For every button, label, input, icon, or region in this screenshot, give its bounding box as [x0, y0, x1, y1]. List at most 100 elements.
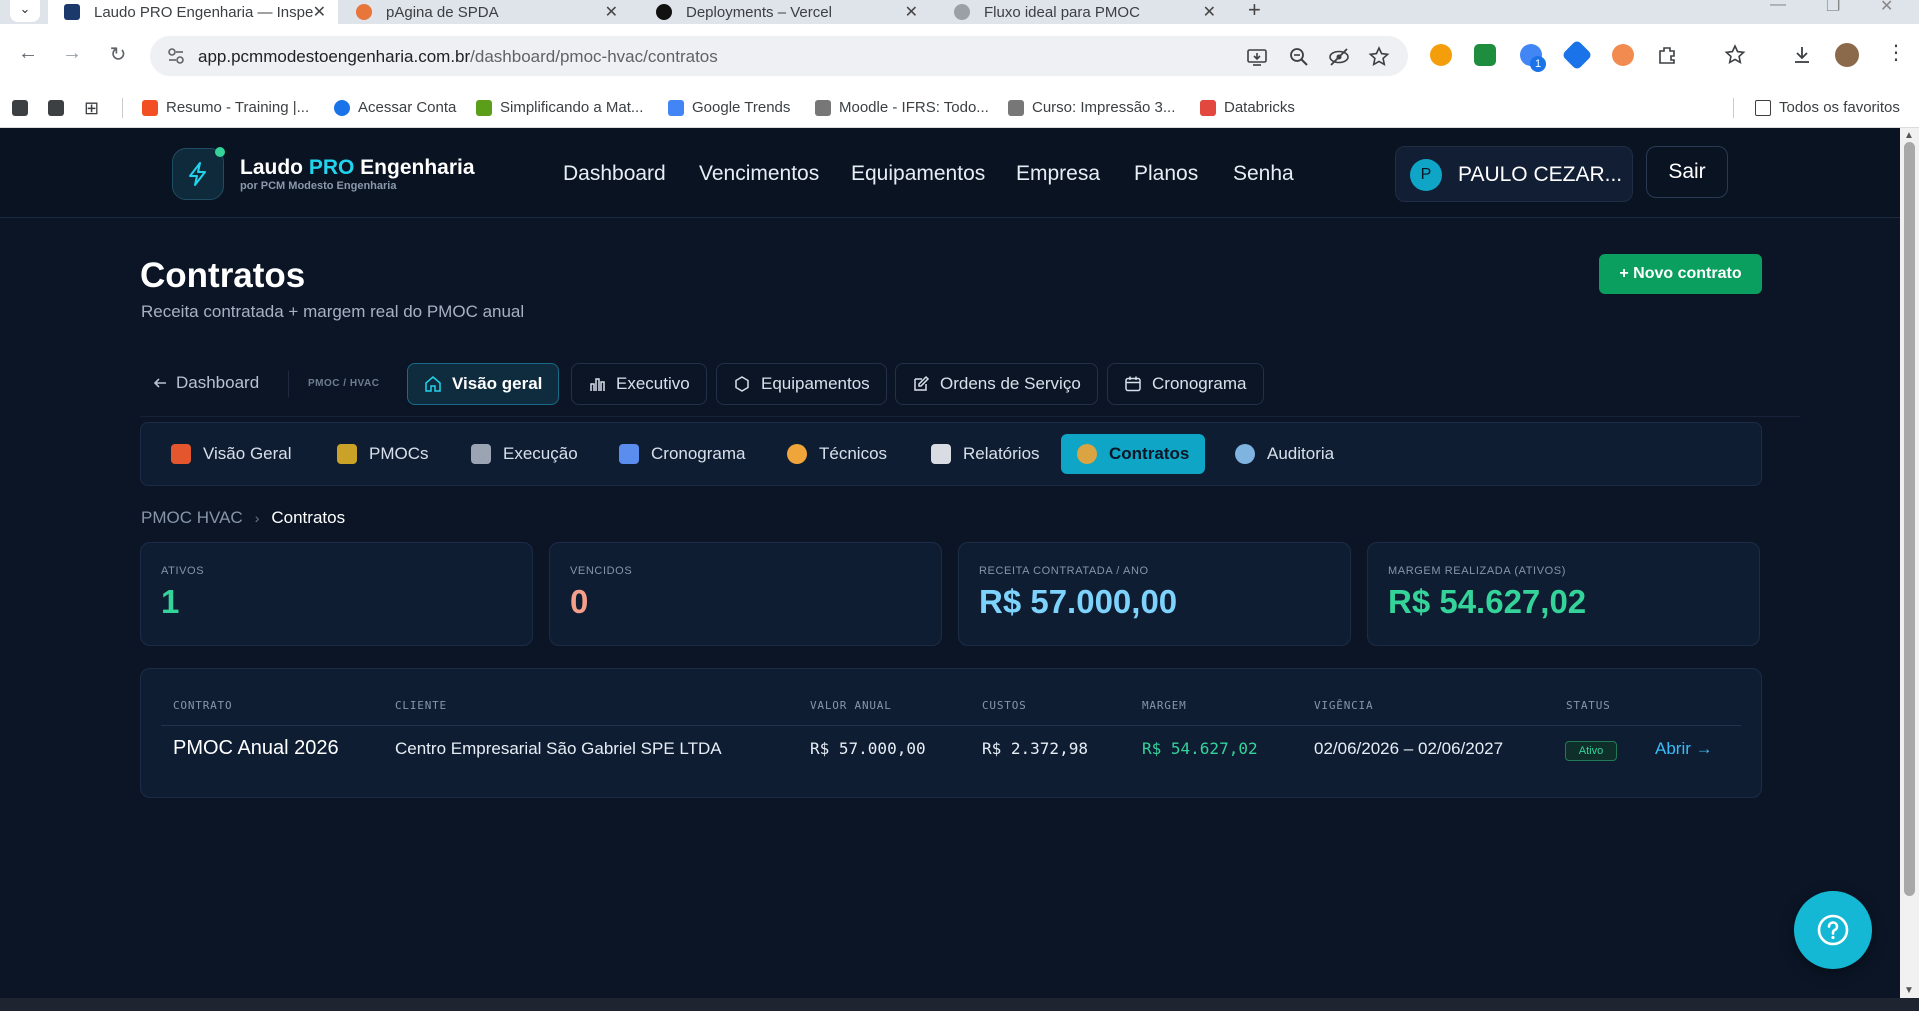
close-tab-icon[interactable]: ✕: [605, 2, 618, 22]
reading-list-icon[interactable]: [1724, 44, 1746, 66]
user-menu[interactable]: P PAULO CEZAR...: [1395, 146, 1633, 202]
module-execucao[interactable]: Execução: [455, 434, 594, 474]
status-badge: Ativo: [1565, 741, 1617, 761]
browser-tab-strip: ⌄ Laudo PRO Engenharia — Inspe ✕ pAgina …: [0, 0, 1919, 24]
bookmark-label: Google Trends: [692, 99, 791, 116]
site-settings-icon[interactable]: [166, 46, 186, 66]
tab-equipamentos[interactable]: Equipamentos: [716, 363, 887, 405]
url-text[interactable]: app.pcmmodestoengenharia.com.br/dashboar…: [198, 47, 718, 67]
extension-icon[interactable]: [1561, 39, 1593, 71]
moodle-icon: [815, 99, 831, 116]
arrow-left-icon: [153, 378, 166, 388]
forward-icon[interactable]: →: [58, 42, 86, 65]
edit-icon: [914, 375, 930, 391]
nav-senha[interactable]: Senha: [1233, 162, 1294, 186]
scrollbar-thumb[interactable]: [1904, 142, 1915, 896]
page-scrollbar[interactable]: ▲ ▼: [1900, 128, 1919, 998]
calendar-icon: [1125, 376, 1141, 392]
calendar-emoji-icon: [619, 444, 639, 464]
scroll-down-icon[interactable]: ▼: [1904, 985, 1914, 996]
brand-name[interactable]: Laudo PRO Engenharia: [240, 156, 475, 180]
app-header: Laudo PRO Engenharia por PCM Modesto Eng…: [0, 128, 1900, 218]
tab-label: Ordens de Serviço: [940, 374, 1081, 393]
nav-dashboard[interactable]: Dashboard: [563, 162, 666, 186]
extensions-puzzle-icon[interactable]: [1656, 44, 1678, 66]
downloads-icon[interactable]: [1791, 44, 1813, 66]
bookmark-item[interactable]: Acessar Conta: [334, 99, 456, 116]
bookmark-item[interactable]: Resumo - Training |...: [142, 99, 309, 116]
stat-label: ATIVOS: [161, 565, 205, 577]
scroll-up-icon[interactable]: ▲: [1904, 130, 1914, 141]
browser-tab[interactable]: Deployments – Vercel ✕: [640, 0, 930, 24]
module-relatorios[interactable]: Relatórios: [915, 434, 1056, 474]
eye-off-icon[interactable]: [1328, 46, 1350, 68]
back-icon[interactable]: ←: [14, 42, 42, 65]
module-tecnicos[interactable]: Técnicos: [771, 434, 903, 474]
close-window-icon[interactable]: ✕: [1880, 0, 1893, 16]
nav-vencimentos[interactable]: Vencimentos: [699, 162, 819, 186]
nav-planos[interactable]: Planos: [1134, 162, 1198, 186]
new-contract-button[interactable]: + Novo contrato: [1599, 254, 1762, 294]
avatar: P: [1410, 159, 1442, 191]
module-contratos[interactable]: Contratos: [1061, 434, 1206, 474]
tab-executivo[interactable]: Executivo: [571, 363, 707, 405]
module-label: Contratos: [1109, 444, 1190, 463]
browser-tab[interactable]: Fluxo ideal para PMOC ✕: [938, 0, 1228, 24]
module-bar: Visão Geral PMOCs Execução Cronograma Té…: [140, 422, 1762, 486]
browser-tab[interactable]: pAgina de SPDA ✕: [340, 0, 630, 24]
back-to-dashboard-link[interactable]: Dashboard: [152, 373, 259, 393]
maximize-icon[interactable]: ❐: [1826, 0, 1840, 16]
tab-groups-icon[interactable]: [12, 100, 28, 116]
nav-empresa[interactable]: Empresa: [1016, 162, 1100, 186]
tab-visao-geral[interactable]: Visão geral: [407, 363, 560, 405]
chatgpt-favicon-icon: [954, 4, 970, 20]
tab-ordens-servico[interactable]: Ordens de Serviço: [895, 363, 1098, 405]
math-icon: [476, 99, 492, 116]
extension-icon[interactable]: [1612, 44, 1634, 66]
open-contract-link[interactable]: Abrir →: [1655, 739, 1713, 759]
bookmark-item[interactable]: Moodle - IFRS: Todo...: [815, 99, 989, 116]
install-app-icon[interactable]: [1246, 46, 1268, 68]
extension-icon[interactable]: [1430, 44, 1452, 66]
breadcrumb-parent-link[interactable]: PMOC HVAC: [141, 508, 243, 528]
user-name: PAULO CEZAR...: [1458, 163, 1623, 186]
bookmark-item[interactable]: Curso: Impressão 3...: [1008, 99, 1175, 116]
bookmark-item[interactable]: Google Trends: [668, 99, 790, 116]
brand-part: Engenharia: [354, 156, 475, 179]
nav-equipamentos[interactable]: Equipamentos: [851, 162, 985, 186]
browser-menu-icon[interactable]: ⋮: [1886, 40, 1906, 65]
address-bar[interactable]: app.pcmmodestoengenharia.com.br/dashboar…: [150, 36, 1408, 76]
help-button[interactable]: [1794, 891, 1872, 969]
app-viewport: Laudo PRO Engenharia por PCM Modesto Eng…: [0, 128, 1900, 998]
close-tab-icon[interactable]: ✕: [313, 2, 326, 22]
module-pmocs[interactable]: PMOCs: [321, 434, 445, 474]
all-bookmarks[interactable]: Todos os favoritos: [1755, 99, 1900, 116]
module-cronograma[interactable]: Cronograma: [603, 434, 762, 474]
saved-group-icon[interactable]: [48, 100, 64, 116]
brand-subtitle: por PCM Modesto Engenharia: [240, 180, 397, 192]
bookmark-item[interactable]: Simplificando a Mat...: [476, 99, 643, 116]
close-tab-icon[interactable]: ✕: [905, 2, 918, 22]
column-header: MARGEM: [1142, 699, 1187, 712]
minimize-icon[interactable]: —: [1770, 0, 1786, 14]
browser-tab-active[interactable]: Laudo PRO Engenharia — Inspe ✕: [48, 0, 338, 24]
tab-title: Fluxo ideal para PMOC: [984, 3, 1140, 21]
apps-grid-icon[interactable]: ⊞: [84, 98, 99, 119]
bookmark-item[interactable]: Databricks: [1200, 99, 1295, 116]
tab-cronograma[interactable]: Cronograma: [1107, 363, 1264, 405]
new-tab-button[interactable]: +: [1248, 0, 1261, 23]
zoom-icon[interactable]: [1288, 46, 1310, 68]
module-auditoria[interactable]: Auditoria: [1219, 434, 1350, 474]
logout-button[interactable]: Sair: [1646, 146, 1728, 198]
stat-label: MARGEM REALIZADA (ATIVOS): [1388, 565, 1566, 577]
close-tab-icon[interactable]: ✕: [1203, 2, 1216, 22]
extension-icon[interactable]: [1474, 44, 1496, 66]
reload-icon[interactable]: ↻: [104, 42, 132, 67]
module-visao-geral[interactable]: Visão Geral: [155, 434, 308, 474]
cell-cliente: Centro Empresarial São Gabriel SPE LTDA: [395, 739, 722, 758]
profile-avatar[interactable]: [1835, 43, 1859, 67]
bookmark-star-icon[interactable]: [1368, 46, 1390, 68]
all-bookmarks-label: Todos os favoritos: [1779, 99, 1900, 116]
tab-search-button[interactable]: ⌄: [10, 0, 40, 22]
logo[interactable]: [172, 147, 225, 200]
